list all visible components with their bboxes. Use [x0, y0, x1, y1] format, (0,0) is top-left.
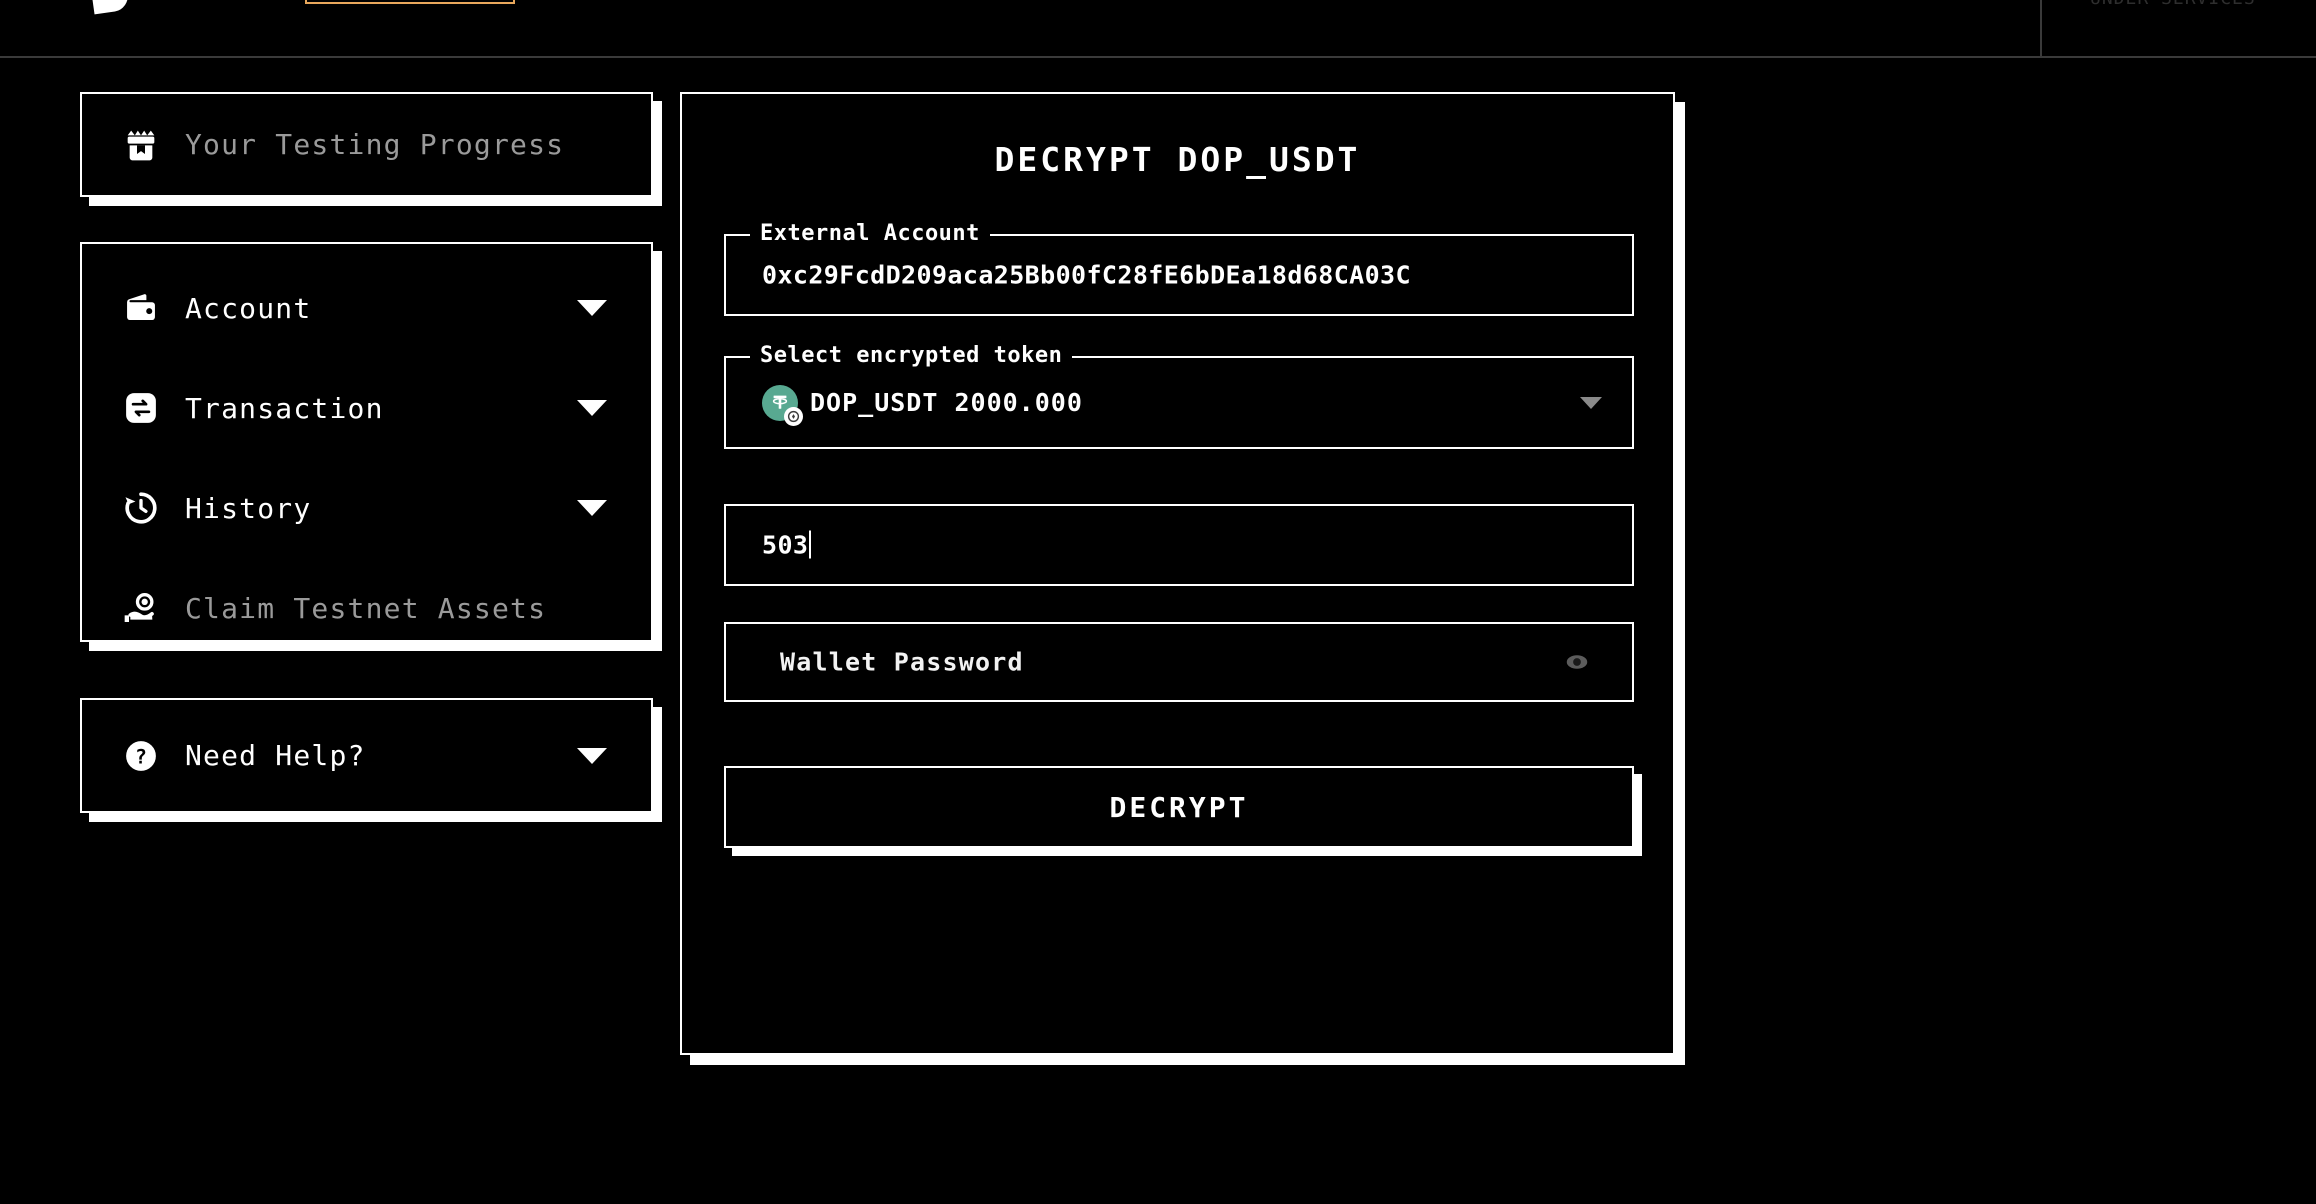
swap-icon — [119, 386, 163, 430]
sidebar-item-label-transaction: Transaction — [185, 391, 384, 425]
amount-input-value: 503 — [762, 530, 812, 560]
gift-box-icon — [119, 123, 163, 167]
sidebar-item-label-progress: Your Testing Progress — [185, 128, 565, 161]
chevron-down-icon-token-select[interactable] — [1580, 396, 1602, 409]
external-account-field[interactable]: External Account 0xc29FcdD209aca25Bb00fC… — [724, 221, 1634, 316]
sidebar-item-claim-testnet-assets[interactable]: Claim Testnet Assets — [82, 572, 651, 644]
chevron-down-icon-history[interactable] — [577, 500, 607, 516]
wallet-icon — [119, 286, 163, 330]
token-network-badge — [784, 406, 803, 426]
question-circle-icon: ? — [119, 734, 163, 778]
sidebar-item-label-claim: Claim Testnet Assets — [185, 591, 547, 625]
sidebar-item-transaction[interactable]: Transaction — [82, 372, 651, 444]
decrypt-button[interactable]: DECRYPT — [724, 766, 1634, 848]
wallet-password-placeholder: Wallet Password — [780, 647, 1024, 677]
page-title: DECRYPT DOP_USDT — [994, 140, 1361, 179]
amount-input-text: 503 — [762, 530, 809, 560]
eye-icon[interactable] — [1560, 645, 1594, 679]
sidebar-card-testing-progress[interactable]: Your Testing Progress — [80, 92, 653, 197]
decrypt-panel: DECRYPT DOP_USDT External Account 0xc29F… — [680, 92, 1675, 1055]
header-right-label: UNDER SERVICES — [2090, 0, 2256, 9]
token-label: DOP_USDT 2000.000 — [810, 388, 1083, 417]
chevron-down-icon-account[interactable] — [577, 300, 607, 316]
app-root: UNDER SERVICES Your Testing Progress — [0, 0, 2316, 1204]
chevron-down-icon-need-help[interactable] — [577, 747, 607, 764]
sidebar-item-history[interactable]: History — [82, 472, 651, 544]
tether-token-icon — [762, 384, 803, 426]
sidebar-item-label-history: History — [185, 491, 312, 525]
external-account-value: 0xc29FcdD209aca25Bb00fC28fE6bDEa18d68CA0… — [762, 260, 1411, 290]
wallet-password-input[interactable]: Wallet Password — [724, 622, 1634, 702]
amount-input[interactable]: 503 — [724, 504, 1634, 586]
token-select-field[interactable]: Select encrypted token DOP_USDT 2000.000 — [724, 343, 1634, 449]
sidebar-card-need-help[interactable]: ? Need Help? — [80, 698, 653, 813]
header-divider — [2040, 0, 2042, 56]
sidebar-item-label-account: Account — [185, 291, 312, 325]
svg-text:?: ? — [135, 745, 147, 768]
active-tab[interactable] — [305, 0, 515, 4]
top-header: UNDER SERVICES — [0, 0, 2316, 58]
token-selected-option: DOP_USDT 2000.000 — [762, 384, 1083, 426]
history-icon — [119, 486, 163, 530]
token-select-legend: Select encrypted token — [750, 343, 1073, 368]
sidebar-item-account[interactable]: Account — [82, 272, 651, 344]
brand-logo-icon[interactable] — [89, 0, 131, 15]
hand-coin-icon — [119, 586, 163, 630]
sidebar-menu-card: Account Transaction History Claim Testne… — [80, 242, 653, 642]
external-account-legend: External Account — [750, 221, 990, 246]
text-cursor — [809, 530, 812, 559]
sidebar-item-label-need-help: Need Help? — [185, 739, 366, 772]
chevron-down-icon-transaction[interactable] — [577, 400, 607, 416]
